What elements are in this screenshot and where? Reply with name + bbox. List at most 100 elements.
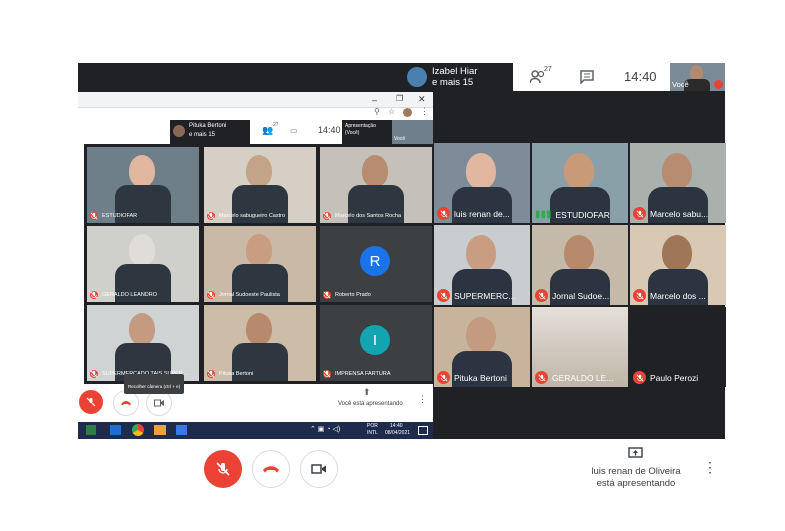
inner-participant-tile[interactable]: Marcelo dos Santos Rocha — [320, 147, 432, 223]
inner-presenter-chip[interactable]: Pituka Bertoni e mais 15 — [170, 120, 250, 144]
store-icon[interactable] — [86, 425, 96, 435]
inner-participant-label: Marcelo sabugueiro Castro — [207, 212, 285, 220]
mail-icon[interactable] — [110, 425, 121, 435]
participant-tile[interactable]: SUPERMERC... — [434, 225, 530, 305]
mic-button[interactable] — [204, 450, 242, 488]
audio-active-icon: ▮▮▮ — [535, 209, 552, 220]
inner-chat-icon[interactable]: ▭ — [290, 126, 298, 135]
inner-participant-tile[interactable]: Pituka Bertoni — [204, 305, 316, 381]
participant-video — [662, 153, 692, 189]
mic-off-icon — [207, 291, 215, 299]
bottom-controls: luis renan de Oliveira está apresentando… — [0, 439, 785, 531]
participant-video — [564, 153, 594, 189]
inner-participant-tile[interactable]: I IMPRENSA FARTURA — [320, 305, 432, 381]
participant-name: ESTUDIOFAR — [102, 213, 138, 219]
lang-line1: POR — [367, 423, 378, 429]
mic-off-icon — [633, 289, 646, 302]
participant-label: Paulo Perozi — [633, 371, 698, 384]
participant-name: Jornal Sudoe... — [552, 290, 610, 301]
search-icon[interactable]: ⚲ — [374, 107, 380, 116]
inner-presenter-avatar — [173, 125, 185, 137]
more-options-icon[interactable]: ⋮ — [703, 459, 717, 476]
participant-video — [129, 234, 155, 266]
star-icon[interactable]: ☆ — [388, 107, 395, 116]
hangup-button[interactable] — [252, 450, 290, 488]
participant-name: GERALDO LE... — [552, 372, 614, 383]
app-icon[interactable] — [176, 425, 187, 435]
inner-participant-label: ESTUDIOFAR — [90, 212, 137, 220]
participant-video — [246, 234, 272, 266]
taskbar-time: 14:40 — [390, 423, 403, 429]
hangup-icon — [263, 466, 279, 473]
presenter-avatar — [407, 67, 427, 87]
participant-tile[interactable]: luis renan de... — [434, 143, 530, 223]
participant-tile[interactable]: Jornal Sudoe... — [532, 225, 628, 305]
participant-name: Marcelo dos ... — [650, 290, 706, 301]
chrome-icon[interactable] — [132, 424, 144, 436]
inner-present-icon[interactable]: ⬆ — [363, 387, 371, 398]
participant-name: Roberto Prado — [335, 292, 371, 298]
participant-tile[interactable]: Marcelo sabu... — [630, 143, 726, 223]
inner-presentation-label: Apresentação (Você) — [345, 123, 376, 136]
participant-name: Marcelo dos Santos Rocha — [335, 213, 402, 219]
windows-taskbar: ⌃ ▣ ◔ ◁) POR INTL 14:40 08/04/2021 — [78, 422, 433, 439]
participant-tile[interactable]: Pituka Bertoni — [434, 307, 530, 387]
mic-off-icon — [535, 289, 548, 302]
close-icon[interactable]: ✕ — [418, 94, 426, 105]
participant-tile[interactable]: GERALDO LE... — [532, 307, 628, 387]
mic-off-icon — [323, 370, 331, 378]
menu-dots-icon[interactable]: ⋮ — [420, 106, 429, 117]
presenter-chip[interactable]: Izabel Hiar e mais 15 — [403, 63, 513, 91]
participant-tile[interactable]: ▮▮▮ ESTUDIOFAR — [532, 143, 628, 223]
inner-mic-button[interactable] — [79, 390, 103, 414]
participant-video — [246, 155, 272, 187]
participant-name: GERALDO LEANDRO — [102, 292, 158, 298]
participant-tile[interactable]: Marcelo dos ... — [630, 225, 726, 305]
inner-participant-tile[interactable]: Jornal Sudoeste Paulista — [204, 226, 316, 302]
profile-avatar[interactable] — [403, 108, 412, 117]
participant-label: Marcelo sabu... — [633, 207, 708, 220]
mic-off-icon — [437, 207, 450, 220]
self-video[interactable]: Você — [670, 63, 725, 91]
inner-participant-grid: ESTUDIOFAR Marcelo sabugueiro Castro Marce… — [84, 144, 433, 384]
camera-button[interactable] — [300, 450, 338, 488]
inner-participant-tile[interactable]: R Roberto Prado — [320, 226, 432, 302]
top-toolbar: 27 14:40 — [513, 63, 670, 91]
inner-participant-tile[interactable]: GERALDO LEANDRO — [87, 226, 199, 302]
browser-chrome: – ❐ ✕ ⚲ ☆ ⋮ — [78, 92, 433, 121]
mic-off-icon — [437, 289, 450, 302]
folder-icon[interactable] — [154, 425, 166, 435]
shared-screen: – ❐ ✕ ⚲ ☆ ⋮ Pituka Bertoni e mais 15 👥 2… — [78, 92, 433, 439]
participant-name: IMPRENSA FARTURA — [335, 371, 391, 377]
present-screen-icon[interactable] — [628, 447, 643, 460]
inner-people-icon[interactable]: 👥 — [262, 125, 273, 136]
participant-name: Paulo Perozi — [650, 372, 699, 383]
mic-off-icon — [90, 212, 98, 220]
inner-participant-tile[interactable]: ESTUDIOFAR — [87, 147, 199, 223]
hangup-icon — [121, 401, 131, 406]
presenting-note: luis renan de Oliveira está apresentando — [591, 466, 681, 489]
maximize-icon[interactable]: ❐ — [396, 94, 403, 103]
inner-self-video: Você — [392, 120, 433, 144]
inner-presenting-note: Você está apresentando — [338, 401, 403, 407]
participants-count: 27 — [544, 66, 552, 73]
mic-off-icon — [633, 207, 646, 220]
participant-video — [246, 313, 272, 345]
participant-name: Marcelo sabugueiro Castro — [219, 213, 286, 219]
inner-participant-label: Marcelo dos Santos Rocha — [323, 212, 401, 220]
inner-participant-label: Jornal Sudoeste Paulista — [207, 291, 280, 299]
initial-avatar: R — [360, 246, 390, 276]
inner-participant-tile[interactable]: SUPERMERCADO TAIS SUPER... — [87, 305, 199, 381]
mic-off-icon — [633, 371, 646, 384]
minimize-icon[interactable]: – — [372, 95, 377, 105]
inner-participant-tile[interactable]: Marcelo sabugueiro Castro — [204, 147, 316, 223]
participant-video — [362, 155, 388, 187]
inner-more-icon[interactable]: ⋮ — [418, 394, 427, 405]
notification-icon[interactable] — [418, 426, 428, 435]
participant-name: Pituka Bertoni — [454, 372, 507, 383]
participant-video — [564, 235, 594, 271]
inner-controls: Recolher câmera (ctrl + e) ⬆ Você está a… — [78, 374, 433, 422]
mic-off-icon — [323, 291, 331, 299]
chat-icon[interactable] — [580, 70, 594, 84]
participant-tile[interactable]: Paulo Perozi — [630, 307, 726, 387]
